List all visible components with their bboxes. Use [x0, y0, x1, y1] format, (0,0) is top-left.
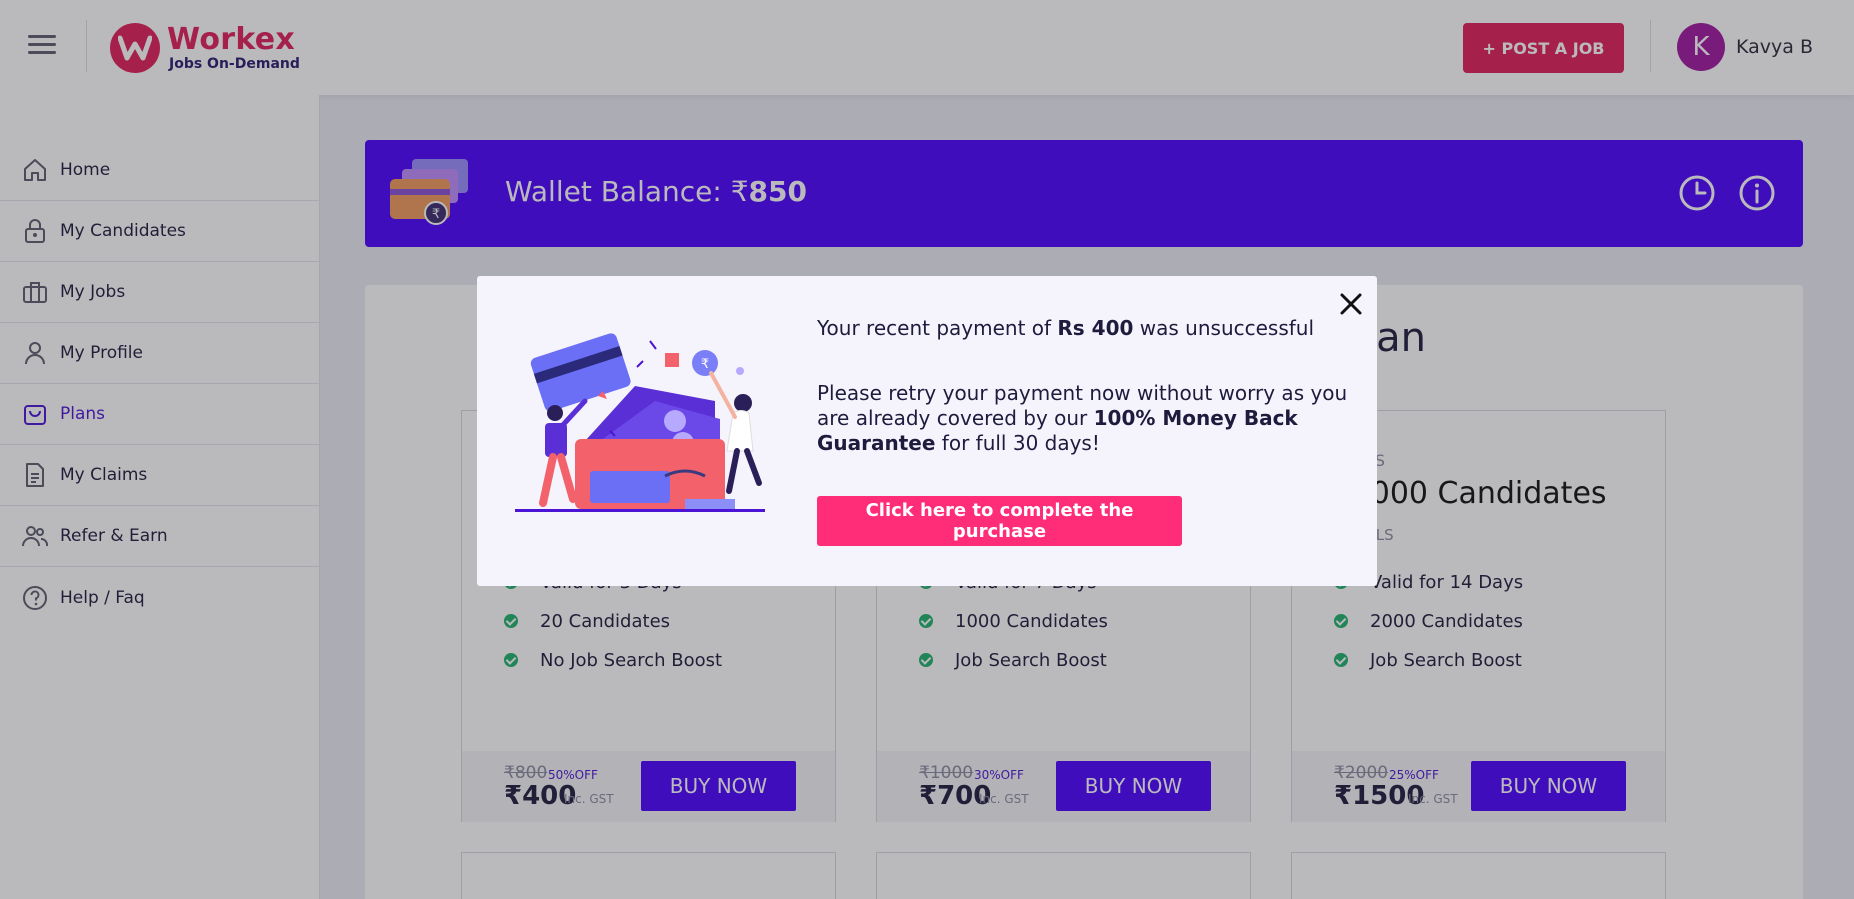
retry-message: Please retry your payment now without wo… [817, 381, 1348, 455]
payment-illustration: ₹ [515, 333, 765, 512]
payment-failed-modal: ₹ Your recent payment of Rs 400 was unsu… [477, 276, 1377, 586]
payment-failed-message: Your recent payment of Rs 400 was unsucc… [817, 316, 1315, 340]
close-icon[interactable] [1337, 290, 1365, 318]
svg-text:₹: ₹ [701, 357, 709, 372]
complete-purchase-button[interactable]: Click here to complete the purchase [817, 496, 1182, 546]
failed-amount: Rs 400 [1057, 316, 1134, 340]
